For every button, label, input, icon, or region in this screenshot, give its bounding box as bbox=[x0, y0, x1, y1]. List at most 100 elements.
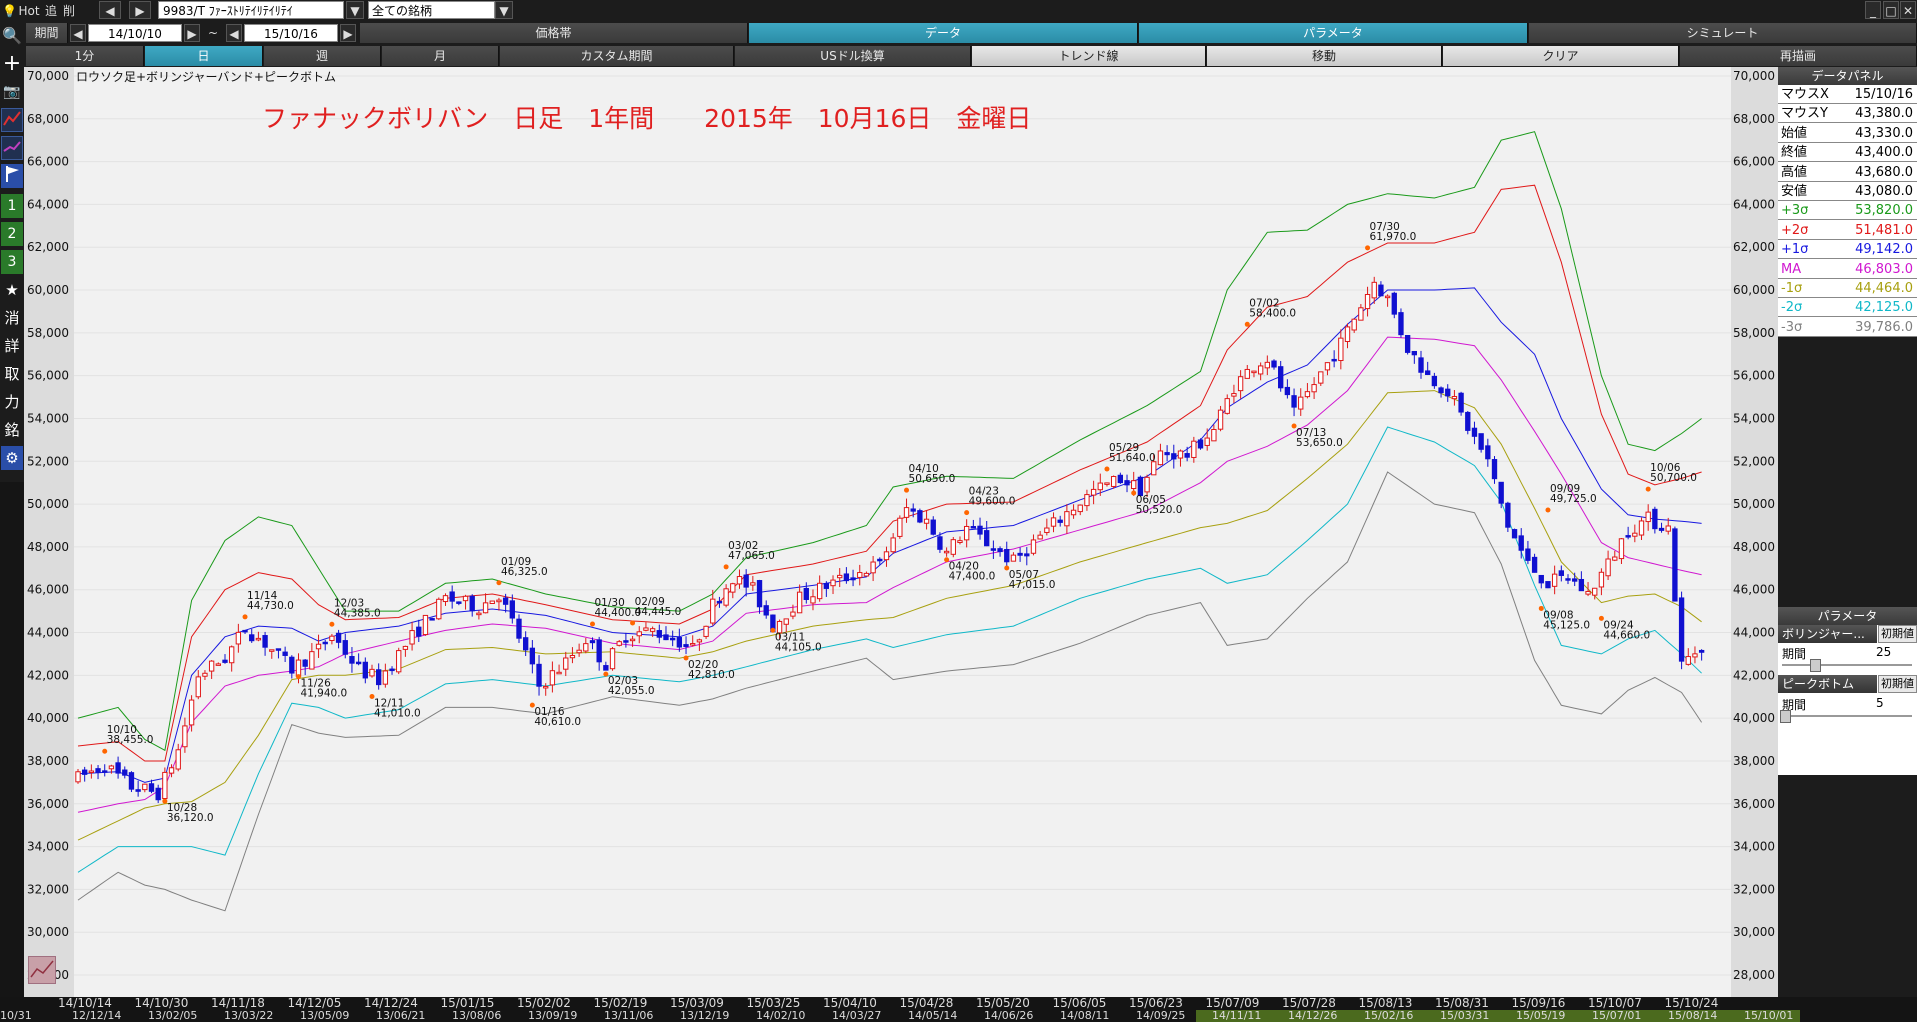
tab-data[interactable]: データ bbox=[749, 23, 1138, 43]
add-button[interactable]: 追 bbox=[42, 2, 60, 20]
pb-slider-thumb[interactable] bbox=[1780, 710, 1791, 723]
candle-body bbox=[476, 612, 482, 616]
line-chart-icon[interactable] bbox=[1, 108, 23, 132]
peak-bottom-value: 41,940.0 bbox=[300, 688, 347, 700]
overview-date-label: 15/05/19 bbox=[1516, 1009, 1566, 1022]
overview-date-label: 13/08/06 bbox=[452, 1009, 502, 1022]
data-panel-row: +2σ 51,481.0 bbox=[1778, 221, 1917, 240]
search-icon[interactable]: 🔍 bbox=[1, 24, 23, 48]
candle-body bbox=[1692, 653, 1698, 658]
tab-daily[interactable]: 日 bbox=[145, 46, 263, 66]
stock-select[interactable]: 9983/T ﾌｧｰｽﾄﾘﾃｲﾘﾃｲﾘﾃｲ bbox=[158, 1, 344, 19]
tab-parameter[interactable]: パラメータ bbox=[1139, 23, 1528, 43]
overview-date-label: 14/05/14 bbox=[908, 1009, 958, 1022]
chart-thumbnail-icon[interactable] bbox=[28, 956, 56, 984]
candle-body bbox=[1044, 527, 1050, 533]
preset-2-button[interactable]: 2 bbox=[1, 222, 23, 246]
bulb-icon[interactable]: 💡 bbox=[2, 2, 17, 20]
candle-body bbox=[1264, 361, 1271, 369]
bb-period-slider[interactable] bbox=[1782, 664, 1912, 666]
candle-body bbox=[1131, 480, 1137, 490]
tab-move[interactable]: 移動 bbox=[1207, 46, 1442, 66]
pb-period-slider[interactable] bbox=[1782, 715, 1912, 717]
star-icon[interactable]: ★ bbox=[1, 278, 23, 302]
delete-button[interactable]: 削 bbox=[60, 2, 78, 20]
candle-body bbox=[589, 640, 596, 644]
bb-slider-thumb[interactable] bbox=[1810, 659, 1821, 672]
pb-reset-button[interactable]: 初期値 bbox=[1878, 675, 1917, 693]
prev-arrow-icon[interactable]: ◀ bbox=[99, 1, 121, 19]
symbol-button[interactable]: 銘 bbox=[1, 418, 23, 442]
tab-price-band[interactable]: 価格帯 bbox=[360, 23, 748, 43]
take-button[interactable]: 取 bbox=[1, 362, 23, 386]
candle-body bbox=[897, 517, 903, 537]
start-date-field[interactable]: 14/10/10 bbox=[88, 24, 182, 42]
candle-body bbox=[1685, 656, 1691, 665]
tab-monthly[interactable]: 月 bbox=[382, 46, 499, 66]
candle-body bbox=[262, 635, 268, 648]
settings-gear-icon[interactable]: ⚙ bbox=[1, 446, 23, 470]
period-bar: 期間 ◀ 14/10/10 ▶ ~ ◀ 15/10/16 ▶ 価格帯 データ パ… bbox=[0, 22, 1917, 45]
hot-button[interactable]: Hot bbox=[18, 2, 40, 20]
tab-custom-period[interactable]: カスタム期間 bbox=[500, 46, 734, 66]
close-icon[interactable]: ✕ bbox=[1900, 1, 1916, 19]
input-button[interactable]: 力 bbox=[1, 390, 23, 414]
y-axis-label-left: 68,000 bbox=[27, 112, 69, 126]
tab-1min[interactable]: 1分 bbox=[26, 46, 144, 66]
peak-bottom-marker bbox=[242, 614, 248, 620]
tab-clear[interactable]: クリア bbox=[1443, 46, 1679, 66]
candle-body bbox=[903, 507, 910, 518]
preset-1-button[interactable]: 1 bbox=[1, 194, 23, 218]
candle-body bbox=[1598, 571, 1605, 588]
start-prev-icon[interactable]: ◀ bbox=[70, 24, 86, 42]
y-axis-label-left: 58,000 bbox=[27, 326, 69, 340]
candle-body bbox=[997, 548, 1003, 553]
next-arrow-icon[interactable]: ▶ bbox=[129, 1, 151, 19]
peak-bottom-value: 51,640.0 bbox=[1109, 452, 1156, 464]
data-panel-title: データパネル bbox=[1778, 67, 1917, 85]
camera-icon[interactable]: 📷 bbox=[1, 80, 23, 104]
data-panel-value: 43,400.0 bbox=[1855, 145, 1913, 161]
minimize-icon[interactable]: _ bbox=[1865, 1, 1881, 19]
x-axis-date-label: 14/10/30 bbox=[134, 996, 189, 1010]
candle-body bbox=[1605, 558, 1611, 577]
bb-reset-button[interactable]: 初期値 bbox=[1878, 625, 1917, 643]
crosshair-icon[interactable]: + bbox=[1, 52, 23, 76]
x-axis-date-label: 15/06/05 bbox=[1052, 996, 1107, 1010]
tab-trendline[interactable]: トレンド線 bbox=[972, 46, 1206, 66]
tab-weekly[interactable]: 週 bbox=[264, 46, 381, 66]
start-next-icon[interactable]: ▶ bbox=[184, 24, 200, 42]
peak-bottom-value: 44,445.0 bbox=[635, 606, 682, 618]
data-panel-key: MA bbox=[1781, 261, 1802, 277]
erase-button[interactable]: 消 bbox=[1, 306, 23, 330]
tab-simulate[interactable]: シミュレート bbox=[1529, 23, 1917, 43]
candlestick-chart[interactable]: 70,000 70,000 68,000 68,000 66,000 66,000 64,0… bbox=[24, 67, 1778, 997]
end-next-icon[interactable]: ▶ bbox=[340, 24, 356, 42]
peak-bottom-marker bbox=[1545, 507, 1551, 513]
detail-button[interactable]: 詳 bbox=[1, 334, 23, 358]
overview-scrollbar[interactable]: 10/31 12/12/14 13/02/05 13/03/22 13/05/09 13/… bbox=[0, 1009, 1917, 1022]
end-prev-icon[interactable]: ◀ bbox=[226, 24, 242, 42]
flag-icon[interactable] bbox=[1, 164, 23, 188]
tab-usd-convert[interactable]: USドル換算 bbox=[735, 46, 971, 66]
candle-body bbox=[750, 582, 756, 586]
candle-body bbox=[1304, 391, 1311, 398]
stock-dropdown-icon[interactable]: ▼ bbox=[346, 1, 364, 19]
candle-body bbox=[1471, 427, 1478, 437]
maximize-icon[interactable]: □ bbox=[1883, 1, 1899, 19]
data-panel-row: 始値 43,330.0 bbox=[1778, 124, 1917, 143]
tab-redraw[interactable]: 再描画 bbox=[1680, 46, 1917, 66]
candle-body bbox=[1211, 429, 1217, 442]
market-select[interactable]: 全ての銘柄 bbox=[368, 1, 495, 19]
end-date-field[interactable]: 15/10/16 bbox=[244, 24, 338, 42]
candle-body bbox=[1525, 548, 1531, 561]
market-dropdown-icon[interactable]: ▼ bbox=[495, 1, 513, 19]
bb-param-name: ボリンジャー... bbox=[1778, 625, 1877, 643]
candle-body bbox=[710, 598, 716, 624]
candle-body bbox=[1157, 450, 1164, 466]
preset-3-button[interactable]: 3 bbox=[1, 250, 23, 274]
candle-body bbox=[1351, 318, 1357, 331]
trend-icon[interactable] bbox=[1, 136, 23, 160]
peak-bottom-value: 58,400.0 bbox=[1249, 307, 1296, 319]
y-axis-label-left: 54,000 bbox=[27, 411, 69, 425]
